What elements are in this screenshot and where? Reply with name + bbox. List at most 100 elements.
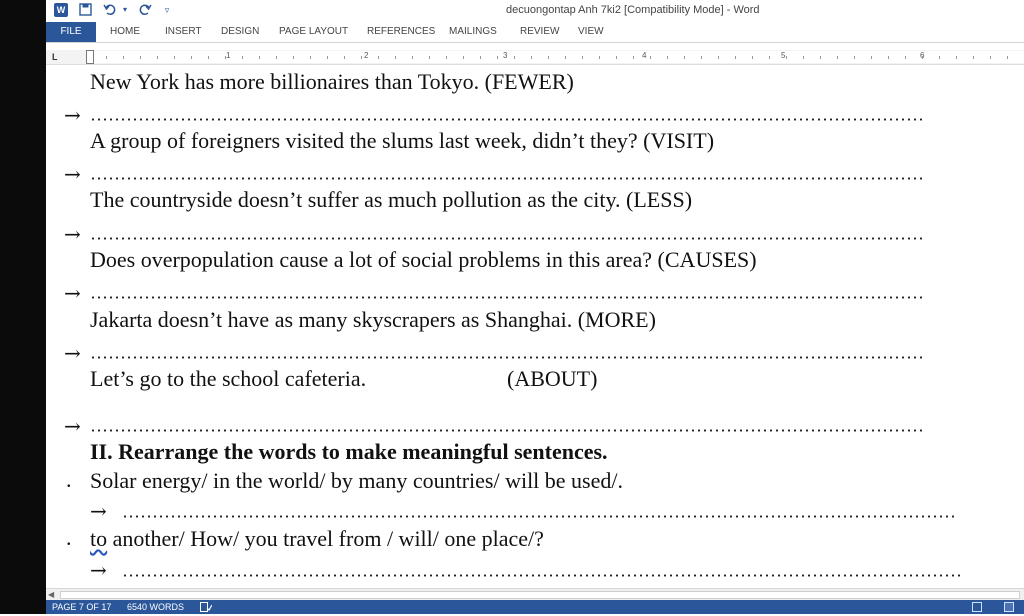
tab-page-layout[interactable]: PAGE LAYOUT	[279, 22, 348, 42]
scroll-left-icon[interactable]: ◀	[48, 590, 54, 599]
ruler-tick	[667, 56, 668, 59]
left-black-strip	[0, 0, 46, 614]
ruler-number: 3	[503, 51, 508, 60]
ruler-tick	[922, 56, 923, 59]
ruler-tick	[837, 56, 838, 59]
section-heading: II. Rearrange the words to make meaningf…	[90, 439, 608, 464]
save-icon[interactable]	[78, 3, 92, 17]
tab-view[interactable]: VIEW	[578, 22, 604, 42]
tab-review[interactable]: REVIEW	[520, 22, 559, 42]
answer-arrow: →	[90, 499, 107, 523]
ruler-tick	[633, 56, 634, 59]
tab-home[interactable]: HOME	[110, 22, 140, 42]
ruler-tick	[259, 56, 260, 59]
ruler-tick	[293, 56, 294, 59]
tab-selector[interactable]: L	[52, 52, 58, 62]
ruler-tick	[599, 56, 600, 59]
list-bullet: .	[66, 525, 72, 550]
ruler-tick	[378, 56, 379, 59]
ruler-tick	[140, 56, 141, 59]
indent-marker[interactable]	[86, 50, 94, 64]
answer-arrow: →	[64, 222, 81, 246]
word-logo-icon: W	[54, 3, 68, 17]
exercise-sentence-4: Does overpopulation cause a lot of socia…	[90, 247, 757, 272]
ruler-tick	[803, 56, 804, 59]
read-mode-icon[interactable]	[972, 602, 982, 612]
tab-references[interactable]: REFERENCES	[367, 22, 435, 42]
ruler-tick	[327, 56, 328, 59]
ruler-tick	[786, 56, 787, 59]
ruler-tick	[446, 56, 447, 59]
ruler-tick	[616, 56, 617, 59]
ruler-tick	[820, 56, 821, 59]
tab-file[interactable]: FILE	[46, 22, 96, 42]
horizontal-ruler[interactable]: L 1 2 3 4 5 6	[46, 50, 1024, 65]
redo-icon[interactable]	[138, 3, 152, 17]
ruler-tick	[752, 56, 753, 59]
ruler-tick	[939, 56, 940, 59]
ruler-tick	[106, 56, 107, 59]
answer-arrow: →	[90, 558, 107, 582]
answer-arrow: →	[64, 162, 81, 186]
print-layout-icon[interactable]	[1004, 602, 1014, 612]
ruler-tick	[888, 56, 889, 59]
tab-insert[interactable]: INSERT	[165, 22, 202, 42]
ruler-tick	[344, 56, 345, 59]
answer-line[interactable]	[90, 296, 924, 299]
ribbon-tabs: FILE HOME INSERT DESIGN PAGE LAYOUT REFE…	[46, 22, 1024, 43]
ruler-tick	[395, 56, 396, 59]
customize-icon[interactable]: ▿	[160, 3, 174, 17]
ruler-tick	[412, 56, 413, 59]
answer-line[interactable]	[90, 177, 924, 180]
exercise-sentence-3: The countryside doesn’t suffer as much p…	[90, 187, 693, 212]
exercise-sentence-6: Let’s go to the school cafeteria.	[90, 366, 367, 391]
exercise-sentence-2: A group of foreigners visited the slums …	[90, 128, 715, 153]
ruler-tick	[854, 56, 855, 59]
answer-line[interactable]	[90, 356, 924, 359]
exercise-keyword-6: (ABOUT)	[507, 366, 598, 391]
ruler-tick	[684, 56, 685, 59]
answer-arrow: →	[64, 103, 81, 127]
tab-mailings[interactable]: MAILINGS	[449, 22, 497, 42]
ruler-tick	[463, 56, 464, 59]
tab-design[interactable]: DESIGN	[221, 22, 259, 42]
ruler-tick	[735, 56, 736, 59]
ruler-tick	[208, 56, 209, 59]
ruler-tick	[531, 56, 532, 59]
ruler-number: 1	[226, 51, 231, 60]
ruler-tick	[123, 56, 124, 59]
ruler-tick	[769, 56, 770, 59]
undo-icon[interactable]	[102, 3, 116, 17]
ruler-tick	[956, 56, 957, 59]
ruler-tick	[905, 56, 906, 59]
answer-line[interactable]	[90, 237, 924, 240]
document-page[interactable]: New York has more billionaires than Toky…	[46, 65, 1024, 588]
document-title: decuongontap Anh 7ki2 [Compatibility Mod…	[506, 4, 760, 16]
list-bullet: .	[66, 467, 72, 492]
ruler-tick	[718, 56, 719, 59]
answer-arrow: →	[64, 341, 81, 365]
ruler-tick	[174, 56, 175, 59]
undo-dropdown-icon[interactable]: ▾	[118, 3, 132, 17]
ruler-tick	[514, 56, 515, 59]
word-count[interactable]: 6540 WORDS	[127, 600, 184, 614]
ruler-tick	[497, 56, 498, 59]
ruler-tick	[565, 56, 566, 59]
ruler-tick	[480, 56, 481, 59]
scrollbar-thumb[interactable]	[60, 591, 1020, 599]
ruler-tick	[242, 56, 243, 59]
ruler-tick	[225, 56, 226, 59]
answer-line[interactable]	[122, 574, 960, 577]
exercise-sentence-1: New York has more billionaires than Toky…	[90, 69, 574, 94]
answer-line[interactable]	[90, 429, 924, 432]
ruler-number: 5	[781, 51, 786, 60]
ruler-tick	[429, 56, 430, 59]
answer-line[interactable]	[90, 118, 924, 121]
answer-line[interactable]	[122, 515, 956, 518]
ruler-number: 4	[642, 51, 647, 60]
spelling-flagged-word[interactable]: to	[90, 526, 107, 551]
ruler-tick	[310, 56, 311, 59]
page-count[interactable]: PAGE 7 OF 17	[52, 600, 111, 614]
ruler-tick	[191, 56, 192, 59]
ruler-number: 2	[364, 51, 369, 60]
